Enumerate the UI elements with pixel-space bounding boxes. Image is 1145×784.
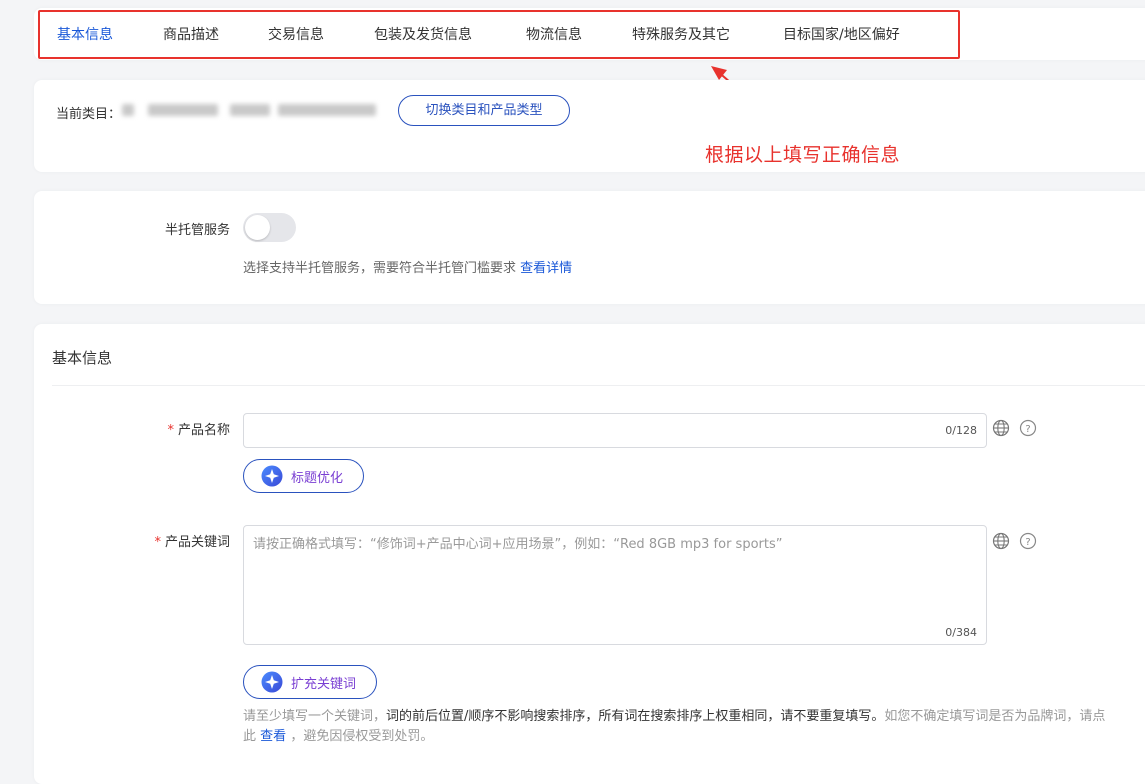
keywords-counter: 0/384 [945, 626, 977, 639]
keywords-placeholder: 请按正确格式填写：“修饰词+产品中心词+应用场景”，例如：“Red 8GB mp… [253, 537, 783, 552]
expand-keywords-button[interactable]: 扩充关键词 [243, 665, 377, 699]
keywords-label: * 产品关键词 [34, 531, 230, 550]
toggle-knob [245, 215, 270, 240]
basic-info-card: 基本信息 * 产品名称 0/128 ? 标题优化 * 产品关键词 请按正确格式填写：… [34, 324, 1145, 784]
svg-text:?: ? [1025, 424, 1030, 435]
keywords-label-text: 产品关键词 [164, 535, 230, 550]
semi-managed-card: 半托管服务 选择支持半托管服务，需要符合半托管门槛要求 查看详情 [34, 191, 1145, 304]
product-name-label-text: 产品名称 [177, 423, 230, 438]
view-brand-link[interactable]: 查看 [260, 729, 286, 744]
keywords-tip: 请至少填写一个关键词，词的前后位置/顺序不影响搜索排序，所有词在搜索排序上权重相… [243, 707, 1113, 747]
help-icon[interactable]: ? [1019, 419, 1037, 437]
category-value-redacted [118, 98, 380, 120]
switch-category-button[interactable]: 切换类目和产品类型 [398, 95, 570, 126]
product-name-counter: 0/128 [945, 424, 977, 437]
annotation-highlight-box [38, 10, 960, 59]
semi-managed-toggle[interactable] [243, 213, 296, 242]
product-name-label: * 产品名称 [34, 419, 230, 438]
product-name-input[interactable]: 0/128 [243, 413, 987, 448]
basic-info-title: 基本信息 [52, 349, 113, 367]
expand-keywords-label: 扩充关键词 [291, 676, 357, 692]
keywords-tip-prefix: 请至少填写一个关键词， [243, 709, 387, 724]
globe-icon[interactable] [992, 419, 1010, 437]
keywords-tip-end: ，避免因侵权受到处罚。 [290, 729, 434, 744]
keywords-textarea[interactable]: 请按正确格式填写：“修饰词+产品中心词+应用场景”，例如：“Red 8GB mp… [243, 525, 987, 645]
annotation-text: 根据以上填写正确信息 [705, 144, 901, 166]
required-asterisk: * [154, 535, 161, 550]
view-details-link[interactable]: 查看详情 [520, 261, 572, 276]
ai-sparkle-icon [261, 465, 283, 487]
required-asterisk: * [167, 423, 174, 438]
current-category-label: 当前类目： [56, 107, 122, 122]
keywords-tip-bold: 词的前后位置/顺序不影响搜索排序，所有词在搜索排序上权重相同，请不要重复填写。 [386, 709, 885, 724]
help-icon[interactable]: ? [1019, 532, 1037, 550]
divider [52, 385, 1145, 386]
optimize-title-label: 标题优化 [291, 470, 344, 486]
globe-icon[interactable] [992, 532, 1010, 550]
optimize-title-button[interactable]: 标题优化 [243, 459, 364, 493]
semi-managed-help: 选择支持半托管服务，需要符合半托管门槛要求 查看详情 [243, 257, 572, 276]
category-card: 当前类目： 切换类目和产品类型 [34, 80, 1145, 172]
ai-sparkle-icon [261, 671, 283, 693]
semi-managed-label: 半托管服务 [164, 223, 230, 238]
svg-text:?: ? [1025, 537, 1030, 548]
semi-managed-help-text: 选择支持半托管服务，需要符合半托管门槛要求 [243, 261, 517, 276]
